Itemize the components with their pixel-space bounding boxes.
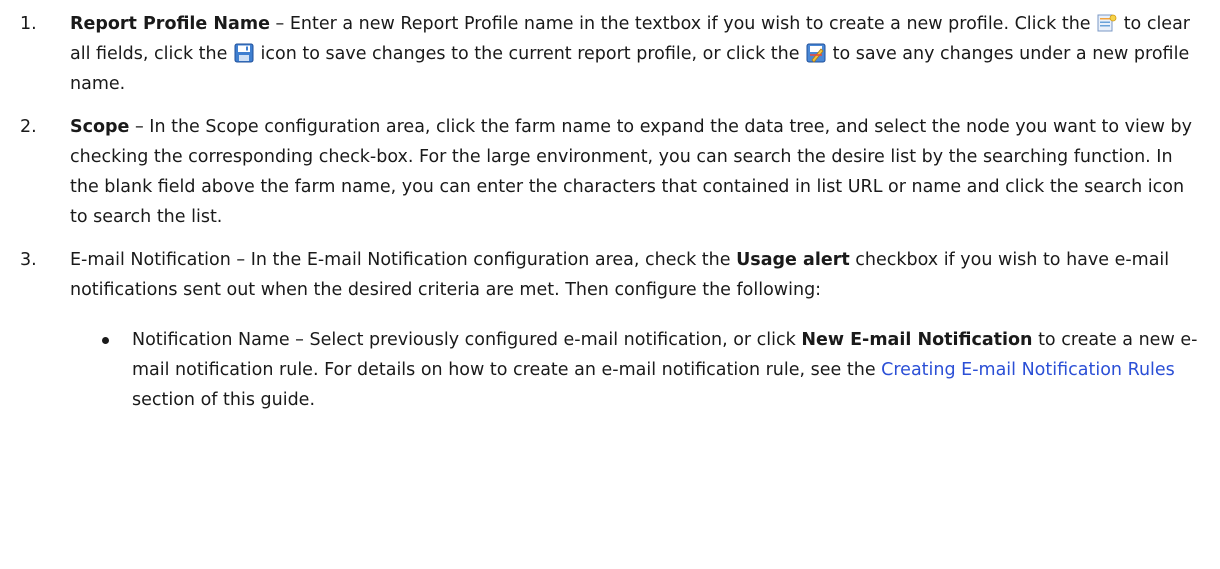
term-new-email-notification: New E-mail Notification bbox=[801, 330, 1033, 350]
bullet-icon bbox=[102, 337, 109, 344]
text-segment: – Enter a new Report Profile name in the… bbox=[269, 14, 1097, 34]
term-scope: Scope bbox=[70, 117, 130, 137]
save-as-icon bbox=[806, 43, 826, 63]
bullet-list: Notification Name – Select previously co… bbox=[70, 325, 1200, 415]
text-segment: – In the Scope configuration area, click… bbox=[70, 117, 1192, 227]
bullet-item-notification-name: Notification Name – Select previously co… bbox=[70, 325, 1200, 415]
text-segment: section of this guide. bbox=[132, 390, 316, 410]
list-item-text: Report Profile Name – Enter a new Report… bbox=[70, 9, 1200, 99]
list-item-text: Scope – In the Scope configuration area,… bbox=[70, 112, 1200, 232]
document-page: 1. Report Profile Name – Enter a new Rep… bbox=[0, 0, 1220, 569]
save-icon bbox=[234, 43, 254, 63]
list-number: 3. bbox=[20, 250, 37, 270]
term-report-profile-name: Report Profile Name bbox=[70, 14, 270, 34]
clear-fields-icon bbox=[1097, 13, 1117, 33]
text-segment: icon to save changes to the current repo… bbox=[254, 44, 806, 64]
numbered-list: 1. Report Profile Name – Enter a new Rep… bbox=[20, 9, 1220, 415]
link-creating-email-notification-rules[interactable]: Creating E-mail Notification Rules bbox=[881, 360, 1175, 380]
list-number: 2. bbox=[20, 117, 37, 137]
list-item-report-profile-name: 1. Report Profile Name – Enter a new Rep… bbox=[20, 9, 1200, 99]
term-usage-alert: Usage alert bbox=[736, 250, 850, 270]
text-segment: Notification Name – Select previously co… bbox=[132, 330, 802, 350]
list-item-scope: 2. Scope – In the Scope configuration ar… bbox=[20, 112, 1200, 232]
list-item-email-notification: 3. E-mail Notification – In the E-mail N… bbox=[20, 245, 1200, 415]
text-segment: E-mail Notification – In the E-mail Noti… bbox=[70, 250, 737, 270]
list-item-text: E-mail Notification – In the E-mail Noti… bbox=[70, 245, 1200, 305]
list-number: 1. bbox=[20, 14, 37, 34]
